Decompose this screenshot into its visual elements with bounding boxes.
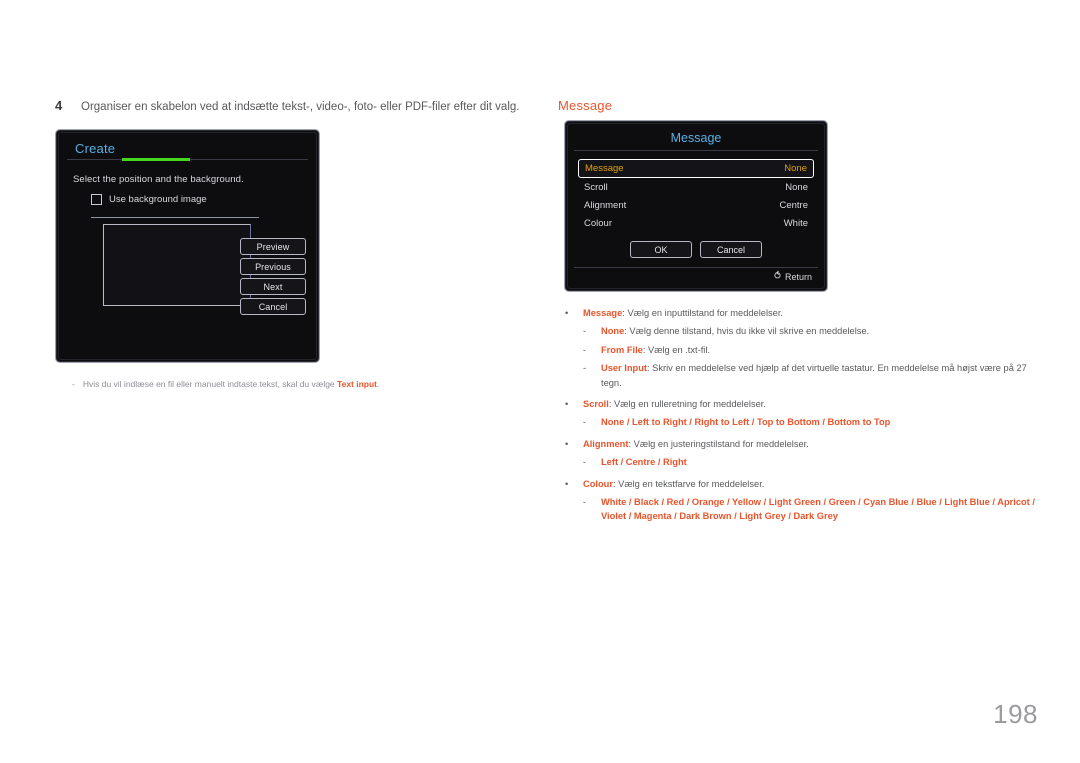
step-number: 4	[55, 98, 63, 113]
message-dialog-footer: ⥁ Return	[568, 268, 824, 282]
bullet-marker: •	[565, 438, 569, 449]
alignment-row-value: Centre	[779, 199, 808, 211]
message-dialog-inner: Message Message None Scroll None Alignme…	[567, 123, 825, 289]
scroll-row-label: Scroll	[584, 181, 608, 193]
bullet-colour: • Colour: Vælg en tekstfarve for meddele…	[565, 477, 1045, 491]
colour-row-value: White	[783, 217, 808, 229]
dash-marker: -	[583, 497, 587, 508]
next-button[interactable]: Next	[240, 278, 306, 295]
dash-marker: -	[583, 417, 587, 428]
message-settings-list: Message None Scroll None Alignment Centr…	[568, 151, 824, 258]
message-row-value: None	[784, 163, 807, 174]
dash-marker: -	[583, 363, 587, 374]
sub-bullet-alignment-options: - Left / Centre / Right	[565, 455, 1045, 469]
template-preview-area[interactable]	[103, 224, 251, 306]
desc-alignment: : Vælg en justeringstilstand for meddele…	[628, 438, 809, 449]
bullet-message-text: Message: Vælg en inputtilstand for medde…	[583, 306, 1045, 320]
note-text-after: .	[377, 379, 380, 389]
message-dialog: Message Message None Scroll None Alignme…	[564, 120, 828, 292]
desc-scroll: : Vælg en rulleretning for meddelelser.	[608, 399, 766, 410]
sub-bullet-none-text: None: Vælg denne tilstand, hvis du ikke …	[601, 324, 1045, 338]
return-arrow-icon: ⥁	[774, 271, 781, 282]
sub-bullet-colour-options: - White / Black / Red / Orange / Yellow …	[565, 495, 1045, 524]
bullet-scroll: • Scroll: Vælg en rulleretning for medde…	[565, 397, 1045, 411]
return-label: Return	[784, 272, 812, 282]
preview-divider	[91, 217, 259, 218]
right-column: Message	[558, 98, 1038, 119]
note-text: Hvis du vil indlæse en fil eller manuelt…	[83, 379, 380, 389]
message-row-alignment[interactable]: Alignment Centre	[578, 196, 814, 214]
message-cancel-button[interactable]: Cancel	[700, 241, 762, 258]
bullet-colour-text: Colour: Vælg en tekstfarve for meddelels…	[583, 477, 1045, 491]
use-background-image-label: Use background image	[109, 194, 207, 205]
create-instruction: Select the position and the background.	[73, 174, 244, 185]
message-dialog-title: Message	[670, 131, 722, 145]
desc-from-file: : Vælg en .txt-fil.	[642, 344, 711, 355]
alignment-options: Left / Centre / Right	[601, 457, 687, 468]
step-row: 4 Organiser en skabelon ved at indsætte …	[55, 98, 525, 115]
message-row-scroll[interactable]: Scroll None	[578, 178, 814, 196]
term-scroll: Scroll	[583, 399, 609, 410]
scroll-options: None / Left to Right / Right to Left / T…	[601, 417, 891, 428]
colour-row-label: Colour	[584, 217, 612, 229]
desc-message: : Vælg en inputtilstand for meddelelser.	[622, 308, 784, 318]
message-row-label: Message	[585, 163, 624, 174]
sub-bullet-from-file: - From File: Vælg en .txt-fil.	[565, 343, 1045, 357]
create-dialog: Create Select the position and the backg…	[55, 129, 320, 363]
colour-options: White / Black / Red / Orange / Yellow / …	[601, 497, 1035, 522]
desc-colour: : Vælg en tekstfarve for meddelelser.	[612, 478, 765, 489]
sub-bullet-scroll-options: - None / Left to Right / Right to Left /…	[565, 415, 1045, 429]
bullet-marker: •	[565, 308, 569, 318]
note-dash-marker: -	[72, 379, 75, 389]
dash-marker: -	[583, 457, 587, 468]
step-text: Organiser en skabelon ved at indsætte te…	[81, 101, 520, 113]
dash-marker: -	[583, 326, 587, 337]
note-text-before: Hvis du vil indlæse en fil eller manuelt…	[82, 379, 338, 389]
preview-zone	[91, 217, 259, 306]
message-row-message[interactable]: Message None	[578, 159, 814, 178]
term-from-file: From File	[601, 344, 643, 355]
note-highlight-text-input: Text input	[337, 379, 378, 389]
bullet-message: • Message: Vælg en inputtilstand for med…	[565, 306, 1045, 320]
left-column: 4 Organiser en skabelon ved at indsætte …	[55, 98, 525, 115]
cancel-button[interactable]: Cancel	[240, 298, 306, 315]
preview-button[interactable]: Preview	[240, 238, 306, 255]
left-note: - Hvis du vil indlæse en fil eller manue…	[72, 379, 502, 389]
bullet-alignment: • Alignment: Vælg en justeringstilstand …	[565, 437, 1045, 451]
bullet-alignment-text: Alignment: Vælg en justeringstilstand fo…	[583, 437, 1045, 451]
term-alignment: Alignment	[583, 438, 629, 449]
sub-bullet-user-input-text: User Input: Skriv en meddelelse ved hjæl…	[601, 361, 1045, 390]
options-description-list: • Message: Vælg en inputtilstand for med…	[565, 306, 1045, 524]
desc-none: : Vælg denne tilstand, hvis du ikke vil …	[624, 326, 870, 337]
create-dialog-inner: Create Select the position and the backg…	[58, 132, 317, 360]
bullet-marker: •	[565, 478, 569, 489]
alignment-row-label: Alignment	[584, 199, 627, 211]
message-row-colour[interactable]: Colour White	[578, 214, 814, 232]
message-dialog-buttons: OK Cancel	[578, 241, 814, 258]
checkbox-icon[interactable]	[91, 194, 102, 205]
term-none: None	[601, 326, 625, 337]
term-message: Message	[583, 308, 623, 318]
scroll-row-value: None	[785, 181, 808, 193]
dash-marker: -	[583, 344, 587, 355]
term-colour: Colour	[583, 478, 613, 489]
ok-button[interactable]: OK	[630, 241, 692, 258]
create-dialog-body: Select the position and the background. …	[59, 160, 316, 315]
page-number: 198	[993, 699, 1038, 729]
use-background-image-checkbox-row[interactable]: Use background image	[91, 194, 302, 205]
sub-bullet-user-input: - User Input: Skriv en meddelelse ved hj…	[565, 361, 1045, 390]
sub-bullet-from-file-text: From File: Vælg en .txt-fil.	[601, 343, 1045, 357]
sub-bullet-none: - None: Vælg denne tilstand, hvis du ikk…	[565, 324, 1045, 338]
previous-button[interactable]: Previous	[240, 258, 306, 275]
bullet-marker: •	[565, 399, 569, 410]
section-title: Message	[558, 98, 613, 113]
create-button-column: Preview Previous Next Cancel	[240, 238, 306, 315]
desc-user-input: : Skriv en meddelelse ved hjælp af det v…	[601, 363, 1027, 388]
term-user-input: User Input	[601, 363, 647, 374]
create-dialog-title: Create	[75, 141, 116, 156]
bullet-scroll-text: Scroll: Vælg en rulleretning for meddele…	[583, 397, 1045, 411]
